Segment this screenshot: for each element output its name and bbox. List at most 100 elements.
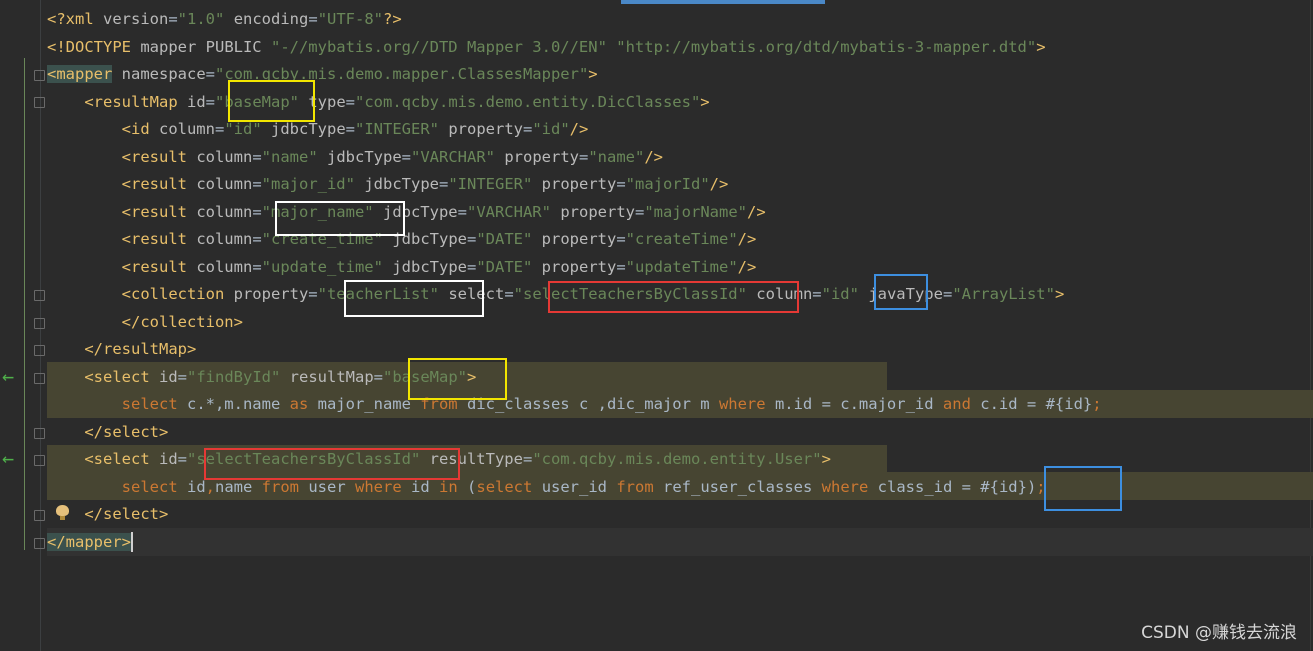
code-token: where <box>718 395 775 413</box>
code-token: <!DOCTYPE <box>47 37 141 56</box>
code-line[interactable]: <!DOCTYPE mapper PUBLIC "-//mybatis.org/… <box>47 34 1102 62</box>
code-token: /> <box>709 175 729 193</box>
annotation-box-red <box>204 448 460 480</box>
code-token: jdbcType <box>327 147 402 166</box>
code-line[interactable]: <result column="update_time" jdbcType="D… <box>47 254 1102 282</box>
change-marker-bar <box>24 58 25 550</box>
code-token: mapper PUBLIC <box>140 37 271 56</box>
code-token: class_id = #{id}) <box>877 477 1037 496</box>
code-token: "VARCHAR" <box>411 147 495 166</box>
code-line[interactable]: <id column="id" jdbcType="INTEGER" prope… <box>47 116 1102 144</box>
code-token: select <box>476 477 542 496</box>
code-line[interactable]: <result column="major_name" jdbcType="VA… <box>47 199 1102 227</box>
code-token: user_id <box>541 477 617 496</box>
fold-marker-icon[interactable] <box>34 455 45 466</box>
code-token: = <box>308 285 318 303</box>
code-token: = <box>205 92 215 111</box>
annotation-box-red <box>548 281 799 313</box>
code-token: select <box>121 395 187 413</box>
editor-tab-indicator <box>621 0 825 4</box>
fold-marker-icon[interactable] <box>34 70 45 81</box>
code-token: = <box>252 257 262 276</box>
code-token: <result <box>121 175 197 193</box>
fold-marker-icon[interactable] <box>34 373 45 384</box>
code-line[interactable]: <resultMap id="baseMap" type="com.qcby.m… <box>47 89 1102 117</box>
code-token: "DATE" <box>476 230 533 248</box>
code-token: "updateTime" <box>625 257 738 276</box>
fold-marker-icon[interactable] <box>34 318 45 329</box>
code-token: id <box>186 92 206 111</box>
code-line[interactable]: </mapper> <box>47 529 1102 557</box>
code-token: jdbcType <box>271 120 346 138</box>
code-token: namespace <box>121 65 206 83</box>
code-token: = <box>373 367 384 386</box>
code-token: jdbcType <box>392 257 467 276</box>
code-line[interactable]: select c.*,m.name as major_name from dic… <box>47 391 1102 419</box>
code-token: "UTF-8" <box>317 10 384 28</box>
fold-marker-icon[interactable] <box>34 428 45 439</box>
code-line[interactable]: </select> <box>47 501 1102 529</box>
code-line[interactable]: </resultMap> <box>47 336 1102 364</box>
code-token: <mapper <box>47 65 113 83</box>
code-token: "INTEGER" <box>448 175 533 193</box>
code-token: = <box>177 367 187 386</box>
fold-marker-icon[interactable] <box>34 538 45 549</box>
code-token: "majorId" <box>625 175 710 193</box>
code-line[interactable]: <mapper namespace="com.qcby.mis.demo.map… <box>47 61 1102 89</box>
code-token: resultMap <box>289 367 374 386</box>
code-token: </resultMap> <box>84 340 197 358</box>
code-token: version <box>103 10 169 28</box>
code-token: <resultMap <box>84 92 187 111</box>
code-line[interactable]: </select> <box>47 419 1102 447</box>
code-token: = <box>634 202 645 221</box>
code-line[interactable]: <?xml version="1.0" encoding="UTF-8"?> <box>47 6 1102 34</box>
code-token: "name" <box>261 147 318 166</box>
code-token: /> <box>644 147 664 166</box>
code-token: ?> <box>383 10 402 28</box>
text-caret <box>131 532 133 552</box>
code-token: <result <box>121 230 197 248</box>
code-token: "com.qcby.mis.demo.entity.User" <box>532 450 822 468</box>
code-token: "id" <box>532 120 570 138</box>
code-token: > <box>1054 285 1065 303</box>
annotation-box-white <box>344 280 484 317</box>
fold-marker-icon[interactable] <box>34 290 45 301</box>
fold-marker-icon[interactable] <box>34 345 45 356</box>
code-token: /> <box>569 120 589 138</box>
code-token: <result <box>121 202 197 221</box>
code-token: "1.0" <box>177 10 225 28</box>
code-token: major_name <box>317 395 421 413</box>
fold-marker-icon[interactable] <box>34 97 45 108</box>
code-token: "-//mybatis.org//DTD Mapper 3.0//EN" "ht… <box>270 37 1037 56</box>
code-editor[interactable]: ← ← <?xml version="1.0" encoding="UTF-8"… <box>0 0 1313 651</box>
code-token: /> <box>737 257 757 276</box>
annotation-box-blue <box>1044 466 1122 511</box>
code-token: and <box>942 395 981 413</box>
code-token: property <box>504 147 579 166</box>
code-line[interactable]: <result column="name" jdbcType="VARCHAR"… <box>47 144 1102 172</box>
code-line[interactable]: <result column="create_time" jdbcType="D… <box>47 226 1102 254</box>
code-line[interactable]: <result column="major_id" jdbcType="INTE… <box>47 171 1102 199</box>
navigate-arrow-icon[interactable]: ← <box>2 366 14 386</box>
code-token: "update_time" <box>261 257 383 276</box>
code-token: in <box>439 477 468 496</box>
navigate-arrow-icon[interactable]: ← <box>2 448 14 468</box>
code-token: = <box>252 202 262 221</box>
code-token: <?xml <box>47 10 103 28</box>
code-line[interactable]: <select id="findById" resultMap="baseMap… <box>47 364 1102 392</box>
code-token: ; <box>1092 395 1102 413</box>
code-token: = <box>438 175 449 193</box>
fold-marker-icon[interactable] <box>34 510 45 521</box>
